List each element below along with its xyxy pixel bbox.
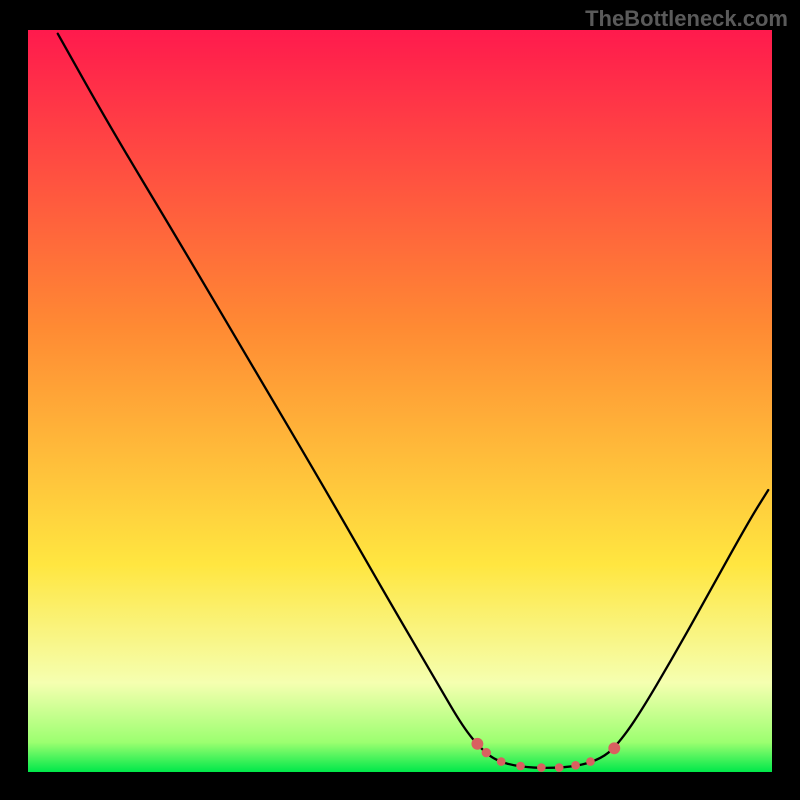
plot-background — [28, 30, 772, 772]
watermark-text: TheBottleneck.com — [585, 6, 788, 32]
bottleneck-chart — [0, 0, 800, 800]
chart-container: TheBottleneck.com — [0, 0, 800, 800]
marker-point — [555, 763, 564, 772]
marker-point — [471, 738, 483, 750]
marker-point — [516, 762, 525, 771]
marker-point — [497, 757, 506, 766]
marker-point — [586, 757, 595, 766]
marker-point — [608, 742, 620, 754]
marker-point — [482, 748, 491, 757]
marker-point — [571, 761, 580, 770]
marker-point — [537, 763, 546, 772]
